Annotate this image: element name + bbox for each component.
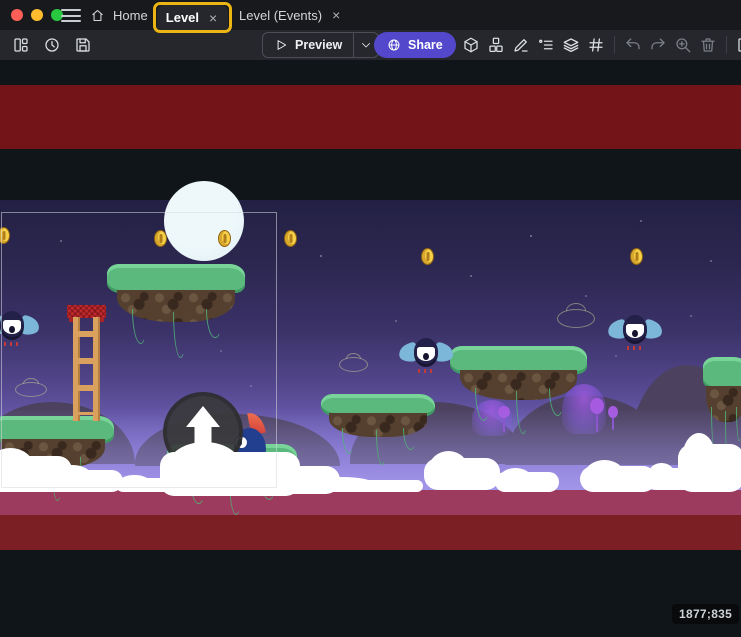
edit-events-icon[interactable] [734,33,741,57]
grid-icon[interactable] [585,33,607,57]
cloud [678,444,741,492]
cloud [424,458,500,490]
ufo-doodle [15,382,47,397]
coin[interactable] [218,230,231,247]
open-panels-icon[interactable] [10,33,32,57]
coin[interactable] [0,227,10,244]
tab-label: Level (Events) [239,8,322,23]
play-icon [274,38,288,52]
floating-island[interactable] [450,346,587,406]
trash-icon[interactable] [697,33,719,57]
cloud [305,480,423,492]
share-button[interactable]: Share [374,32,456,58]
app-window: Home Level × Level (Events) × [0,0,741,637]
tab-label: Level [166,10,199,25]
toolbar: Preview Share [0,30,741,60]
toolbar-separator [726,36,727,54]
fly-enemy[interactable] [402,337,450,373]
scene-canvas[interactable]: 1877;835 [0,60,741,637]
titlebar: Home Level × Level (Events) × [0,0,741,30]
preview-button[interactable]: Preview [263,33,354,57]
globe-icon [387,38,401,52]
floating-island[interactable] [321,394,435,442]
layers-icon[interactable] [560,33,582,57]
traffic-lights [11,9,63,21]
instances-icon[interactable] [485,33,507,57]
3d-box-icon[interactable] [460,33,482,57]
zoom-in-icon[interactable] [672,33,694,57]
coin[interactable] [421,248,434,265]
preview-button-group: Preview [262,32,379,58]
fly-enemy[interactable] [611,314,659,350]
coin[interactable] [154,230,167,247]
tab-label: Home [113,8,148,23]
fly-enemy[interactable] [0,310,36,346]
redo-icon[interactable] [647,33,669,57]
cloud [48,470,123,492]
ufo-doodle [557,309,595,328]
coin[interactable] [284,230,297,247]
share-label: Share [408,38,443,52]
pencil-icon[interactable] [510,33,532,57]
traffic-light-minimize[interactable] [31,9,43,21]
close-icon[interactable]: × [207,11,219,25]
cloud [495,472,559,492]
preview-label: Preview [295,38,342,52]
floating-island[interactable] [107,264,245,328]
tab-level[interactable]: Level × [157,5,228,30]
toolbar-separator [614,36,615,54]
close-icon[interactable]: × [330,8,342,22]
tab-level-events[interactable]: Level (Events) × [233,0,348,30]
traffic-light-close[interactable] [11,9,23,21]
hamburger-menu-icon[interactable] [61,9,81,22]
pointer-coordinates-badge: 1877;835 [672,604,739,624]
save-icon[interactable] [72,33,94,57]
tab-home[interactable]: Home [90,0,148,30]
scene-objects-layer [0,60,741,637]
home-icon [90,8,105,23]
undo-icon[interactable] [622,33,644,57]
floating-island[interactable] [703,357,741,429]
coin[interactable] [630,248,643,265]
chevron-down-icon [360,39,372,51]
history-icon[interactable] [41,33,63,57]
moon [164,181,244,261]
ladder[interactable] [67,305,106,421]
properties-list-icon[interactable] [535,33,557,57]
ufo-doodle [339,357,368,372]
